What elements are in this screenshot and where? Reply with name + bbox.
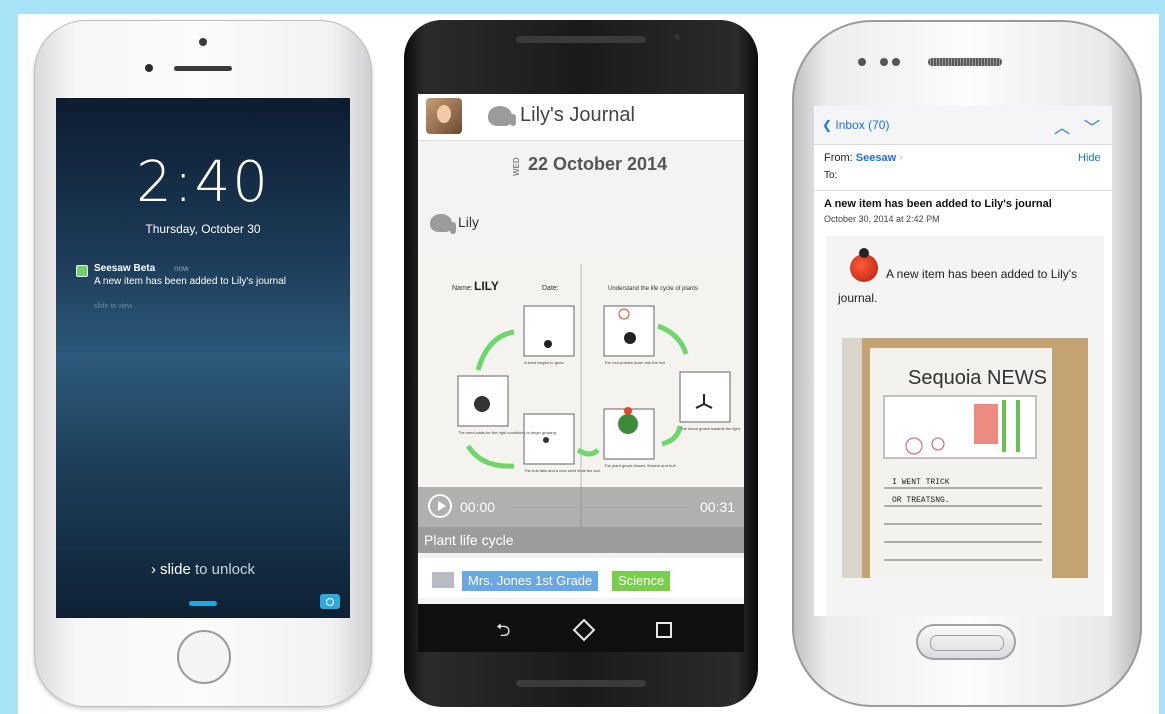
- lock-screen: 2:40 Thursday, October 30 Seesaw Beta no…: [56, 98, 350, 618]
- front-camera: [199, 38, 207, 46]
- chevron-right-icon: ›: [899, 152, 903, 164]
- divider: [814, 190, 1112, 191]
- home-icon[interactable]: [576, 618, 592, 638]
- unlock-suffix: to unlock: [190, 561, 256, 578]
- lock-time: 2:40: [136, 150, 270, 215]
- inbox-back-button[interactable]: ❮ Inbox (70): [822, 118, 889, 132]
- folder-icon: [432, 572, 454, 588]
- mail-subject: A new item has been added to Lily's jour…: [824, 198, 1052, 210]
- sequoia-news-worksheet: Sequoia NEWS I WENT TRICK OR TREATSNG.: [842, 338, 1088, 578]
- photo-headline: Sequoia NEWS: [908, 367, 1047, 389]
- mail-nav-bar: ❮ Inbox (70) ︿ ﹀: [814, 106, 1112, 145]
- worksheet-caption: A seed begins to grow.: [524, 360, 564, 365]
- earpiece-speaker: [174, 66, 232, 71]
- entry-tags: Mrs. Jones 1st Grade Science: [418, 558, 744, 598]
- player-duration: 00:31: [700, 499, 736, 515]
- hide-details-link[interactable]: Hide: [1078, 152, 1101, 164]
- worksheet-caption: The fruit falls and a new seed finds the…: [524, 468, 601, 473]
- tag-class[interactable]: Mrs. Jones 1st Grade: [462, 571, 599, 591]
- elephant-icon: [488, 105, 516, 126]
- notification-hint: slide to view: [94, 303, 133, 310]
- mail-from: From: Seesaw ›: [824, 152, 903, 164]
- inbox-back-label: Inbox (70): [835, 118, 890, 132]
- chevron-up-icon[interactable]: ︿: [1054, 114, 1070, 138]
- proximity-sensor: [892, 58, 900, 66]
- journal-screen: Lily's Journal WED 22 October 2014 Lily …: [418, 94, 744, 604]
- camera-icon[interactable]: [320, 594, 340, 609]
- recent-apps-icon[interactable]: [656, 618, 672, 638]
- to-label: To:: [824, 170, 838, 181]
- avatar[interactable]: [426, 98, 462, 134]
- entry-date-text: 22 October 2014: [528, 154, 668, 174]
- mail-timestamp: October 30, 2014 at 2:42 PM: [824, 214, 940, 224]
- player-current-time: 00:00: [460, 499, 496, 515]
- play-icon[interactable]: [428, 494, 452, 518]
- entry-author-name: Lily: [458, 214, 480, 230]
- seesaw-app-icon: [76, 265, 88, 277]
- journal-photo[interactable]: Sequoia NEWS I WENT TRICK OR TREATSNG.: [842, 338, 1088, 578]
- photo-line-1: I WENT TRICK: [892, 478, 950, 487]
- home-button[interactable]: [916, 624, 1016, 660]
- frame-border-top: [0, 0, 1165, 14]
- slide-to-unlock[interactable]: › slide to unlock: [56, 561, 350, 578]
- chevron-right-icon: ›: [150, 561, 156, 578]
- frame-border-left: [0, 0, 18, 714]
- mail-body-text: A new item has been added to Lily's jour…: [838, 267, 1078, 305]
- bottom-speaker: [516, 680, 646, 687]
- sender-link[interactable]: Seesaw: [856, 152, 896, 164]
- from-label: From:: [824, 152, 853, 164]
- worksheet-name-label: Name:: [452, 285, 473, 292]
- chevron-down-icon[interactable]: ﹀: [1084, 114, 1100, 138]
- samsung-device: ❮ Inbox (70) ︿ ﹀ From: Seesaw › Hide To:…: [792, 20, 1142, 707]
- light-sensor: [880, 58, 888, 66]
- worksheet-objective: Understand the life cycle of plants: [608, 286, 698, 292]
- audio-player: 00:00 00:31: [418, 487, 744, 527]
- app-header: Lily's Journal: [418, 94, 744, 141]
- top-speaker: [516, 36, 646, 43]
- android-nav-bar: [418, 604, 744, 652]
- worksheet-caption: The plant grows leaves, flowers and frui…: [604, 463, 677, 468]
- email-screen: ❮ Inbox (70) ︿ ﹀ From: Seesaw › Hide To:…: [814, 106, 1112, 616]
- journal-title-text: Lily's Journal: [520, 104, 635, 126]
- notification-message: A new item has been added to Lily's jour…: [94, 276, 287, 287]
- player-track[interactable]: [510, 507, 690, 508]
- notification-app-name: Seesaw Beta: [94, 263, 156, 274]
- elephant-icon: [430, 214, 456, 235]
- journal-title: Lily's Journal: [488, 104, 635, 127]
- entry-author[interactable]: Lily: [430, 214, 480, 235]
- entry-day: WED: [512, 157, 521, 176]
- worksheet-caption: The seed waits for the right conditions …: [458, 430, 556, 435]
- earpiece-speaker: [928, 58, 1002, 66]
- page-frame: 2:40 Thursday, October 30 Seesaw Beta no…: [0, 0, 1165, 714]
- worksheet-name-value: LILY: [474, 279, 499, 293]
- worksheet-date-label: Date:: [542, 285, 559, 292]
- home-button[interactable]: [177, 630, 231, 684]
- tag-subject[interactable]: Science: [612, 571, 671, 591]
- mail-body: A new item has been added to Lily's jour…: [826, 236, 1104, 616]
- notification-age: now: [174, 264, 189, 273]
- lock-date: Thursday, October 30: [145, 222, 261, 236]
- control-center-grabber[interactable]: [189, 601, 217, 606]
- chevron-left-icon: ❮: [822, 118, 833, 132]
- proximity-sensor: [145, 64, 153, 72]
- worksheet-caption: The shoot grows towards the light.: [680, 426, 741, 431]
- worksheet-caption: The root pushes down into the soil.: [604, 360, 666, 365]
- iphone-device: 2:40 Thursday, October 30 Seesaw Beta no…: [34, 20, 372, 707]
- entry-caption: Plant life cycle: [418, 527, 744, 553]
- back-icon[interactable]: [496, 618, 510, 648]
- front-camera: [858, 58, 866, 66]
- entry-date: WED 22 October 2014: [512, 154, 668, 176]
- unlock-prefix: slide: [159, 561, 191, 578]
- front-camera: [674, 34, 680, 40]
- frame-border-right: [1159, 0, 1165, 714]
- photo-line-2: OR TREATSNG.: [892, 496, 950, 505]
- android-device: Lily's Journal WED 22 October 2014 Lily …: [404, 20, 758, 707]
